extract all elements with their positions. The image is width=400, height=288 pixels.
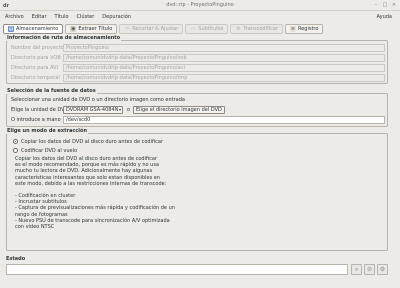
status-bar xyxy=(6,264,348,275)
vob-dir-field[interactable]: /home/comunidvdrip-data/ProyectoPinguino… xyxy=(63,54,385,62)
manual-device-input[interactable]: /dev/scd0 xyxy=(63,116,385,124)
tab-label: Almacenamiento xyxy=(16,26,59,32)
tab-subtitulos[interactable]: ▭ Subtítulos xyxy=(185,24,229,34)
menu-ayuda[interactable]: Ayuda xyxy=(377,14,392,20)
manual-device-label: O introduce a mano xyxy=(11,117,61,123)
tab-recortar[interactable]: ✂ Recortar & Ajustar xyxy=(119,24,184,34)
radio-unselected-icon xyxy=(13,148,18,153)
project-name-field[interactable]: ProyectoPinguino xyxy=(63,44,385,52)
dvd-drive-label: Elige la unidad de DVD xyxy=(11,107,69,113)
description-line: con vídeo NTSC xyxy=(15,224,55,231)
status-label: Estado xyxy=(6,256,26,262)
storage-icon: ▤ xyxy=(8,26,14,32)
source-instruction: Seleccionar una unidad de DVD o un direc… xyxy=(11,97,185,103)
menu-titulo[interactable]: Título xyxy=(55,14,69,20)
stop-icon[interactable]: ⊘ xyxy=(364,264,375,275)
radio-on-the-fly[interactable]: Codificar DVD al vuelo xyxy=(13,147,77,154)
rip-icon: ◉ xyxy=(70,26,77,32)
settings-icon[interactable]: ⚙ xyxy=(377,264,388,275)
window-title: dvd::rip - ProyectoPinguino xyxy=(166,2,234,8)
avi-dir-label: Directorio para AVI xyxy=(11,65,59,71)
extract-frame: Copiar los datos del DVD al disco duro a… xyxy=(6,133,388,251)
extract-description: Copiar los datos del DVD al disco duro a… xyxy=(15,156,205,230)
tab-label: Subtítulos xyxy=(198,26,224,32)
storage-heading: Información de ruta de almacenamiento xyxy=(6,35,122,41)
notebook-tabs: ▤ Almacenamiento ◉ Extraer Título ✂ Reco… xyxy=(3,23,397,35)
tab-registro[interactable]: ≡ Registro xyxy=(284,24,324,34)
tab-extraer-titulo[interactable]: ◉ Extraer Título xyxy=(65,24,118,34)
tab-label: Transcodificar xyxy=(243,26,278,32)
close-icon[interactable]: × xyxy=(391,2,397,8)
menu-editar[interactable]: Editar xyxy=(32,14,47,20)
zoom-icon[interactable]: ⌕ xyxy=(351,264,362,275)
avi-dir-field[interactable]: /home/comunidvdrip-data/ProyectoPinguino… xyxy=(63,64,385,72)
title-bar: dr dvd::rip - ProyectoPinguino – □ × xyxy=(0,0,400,11)
subtitle-icon: ▭ xyxy=(190,26,196,32)
tab-label: Extraer Título xyxy=(78,26,113,32)
radio-copy-to-disk[interactable]: Copiar los datos del DVD al disco duro a… xyxy=(13,138,163,145)
tab-transcodificar[interactable]: ⚙ Transcodificar xyxy=(230,24,283,34)
tab-label: Registro xyxy=(297,26,319,32)
chevron-down-icon: ▾ xyxy=(118,107,121,112)
radio-selected-icon xyxy=(13,139,18,144)
menu-archivo[interactable]: Archivo xyxy=(5,14,24,20)
tab-label: Recortar & Ajustar xyxy=(132,26,179,32)
tmp-dir-field[interactable]: /home/comunidvdrip-data/ProyectoPinguino… xyxy=(63,74,385,82)
radio-fly-label: Codificar DVD al vuelo xyxy=(21,147,78,154)
vob-dir-label: Directorio para VOB xyxy=(11,55,61,61)
project-name-label: Nombre del proyecto xyxy=(11,45,64,51)
tab-almacenamiento[interactable]: ▤ Almacenamiento xyxy=(3,24,64,34)
tmp-dir-label: Directorio temporal xyxy=(11,75,60,81)
dvd-drive-value: DVDRAM GSA-4084N xyxy=(66,107,119,113)
source-heading: Selección de la fuente de datos xyxy=(6,88,97,94)
transcode-icon: ⚙ xyxy=(236,26,241,32)
choose-image-dir-button[interactable]: Elige el directorio imagen del DVD xyxy=(133,106,225,114)
menu-bar: Archivo Editar Título Clúster Depuración… xyxy=(0,12,400,22)
or-label: o xyxy=(127,107,131,113)
menu-depuracion[interactable]: Depuración xyxy=(102,14,131,20)
clip-icon: ✂ xyxy=(125,26,130,32)
app-window: dr dvd::rip - ProyectoPinguino – □ × Arc… xyxy=(0,0,400,288)
menu-cluster[interactable]: Clúster xyxy=(77,14,95,20)
extract-heading: Elige un modo de extracción xyxy=(6,128,89,134)
minimize-icon[interactable]: – xyxy=(373,2,379,8)
radio-copy-label: Copiar los datos del DVD al disco duro a… xyxy=(21,138,164,145)
storage-frame: Nombre del proyecto ProyectoPinguino Dir… xyxy=(6,40,388,84)
dvd-drive-select[interactable]: DVDRAM GSA-4084N ▾ xyxy=(63,106,123,114)
maximize-icon[interactable]: □ xyxy=(382,2,388,8)
window-controls: – □ × xyxy=(373,2,397,8)
source-frame: Seleccionar una unidad de DVD o un direc… xyxy=(6,93,388,127)
log-icon: ≡ xyxy=(289,26,296,32)
